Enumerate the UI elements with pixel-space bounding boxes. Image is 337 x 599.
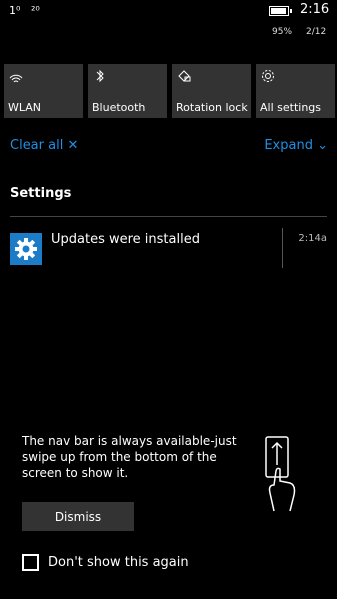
quick-action-label: WLAN <box>8 101 42 114</box>
dont-show-again-label: Don't show this again <box>48 555 189 570</box>
quick-action-all-settings[interactable]: All settings <box>256 64 335 118</box>
quick-action-label: All settings <box>260 101 321 114</box>
rotation-lock-icon <box>178 70 191 82</box>
notification-item[interactable]: Updates were installed 2:14a <box>10 228 327 268</box>
battery-percent: 95% <box>272 27 293 37</box>
notification-group-title: Settings <box>10 186 72 201</box>
expand-button[interactable]: Expand ⌄ <box>264 138 328 153</box>
dont-show-again-row[interactable]: Don't show this again <box>22 554 272 574</box>
battery-icon <box>269 6 292 16</box>
swipe-up-hand-icon <box>265 436 296 512</box>
battery-tip <box>290 9 292 13</box>
dismiss-button[interactable]: Dismiss <box>22 502 134 531</box>
gear-icon <box>262 70 274 82</box>
signal-sim2-icon: ²⁰ <box>31 4 40 17</box>
dont-show-again-checkbox[interactable] <box>22 554 39 571</box>
quick-action-label: Bluetooth <box>92 101 146 114</box>
notification-text: Updates were installed <box>51 232 200 247</box>
clock: 2:16 <box>300 2 330 17</box>
settings-app-icon <box>10 233 42 265</box>
status-bar: 1⁰ ²⁰ 2:16 95% 2/12 <box>0 0 337 44</box>
nav-bar-tip-text: The nav bar is always available-just swi… <box>22 434 237 480</box>
clear-all-button[interactable]: Clear all ✕ <box>10 138 78 153</box>
divider <box>10 216 327 217</box>
quick-action-wlan[interactable]: WLAN <box>4 64 83 118</box>
quick-action-rotation-lock[interactable]: Rotation lock <box>172 64 251 118</box>
date: 2/12 <box>306 27 327 37</box>
action-center-controls: Clear all ✕ Expand ⌄ <box>10 138 328 156</box>
notification-time: 2:14a <box>298 233 327 244</box>
signal-sim1-icon: 1⁰ <box>9 4 21 17</box>
wifi-icon <box>9 74 23 83</box>
battery-fill <box>271 8 286 14</box>
settings-gear-icon <box>15 238 37 260</box>
quick-action-bluetooth[interactable]: Bluetooth <box>88 64 167 118</box>
notification-separator <box>282 228 283 268</box>
quick-action-label: Rotation lock <box>176 101 248 114</box>
bluetooth-icon <box>96 69 104 83</box>
quick-actions: WLAN Bluetooth Rotation lock All setting… <box>4 64 335 118</box>
